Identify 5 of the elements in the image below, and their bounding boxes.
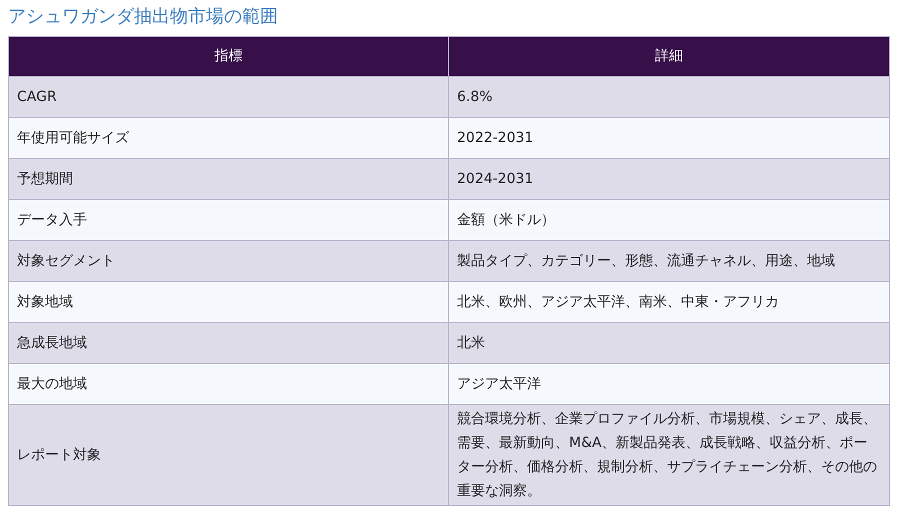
column-header: 指標 <box>8 36 448 76</box>
page-title: アシュワガンダ抽出物市場の範囲 <box>8 5 278 29</box>
table-cell: レポート対象 <box>8 404 448 506</box>
column-header: 詳細 <box>448 36 890 76</box>
table-cell: 競合環境分析、企業プロファイル分析、市場規模、シェア、成長、需要、最新動向、M&A、新製品発表、成長戦略、収益分析、ポーター分析、価格分析、規制分析、サプライチェーン分析、その他の重要な洞察。 <box>448 404 890 506</box>
